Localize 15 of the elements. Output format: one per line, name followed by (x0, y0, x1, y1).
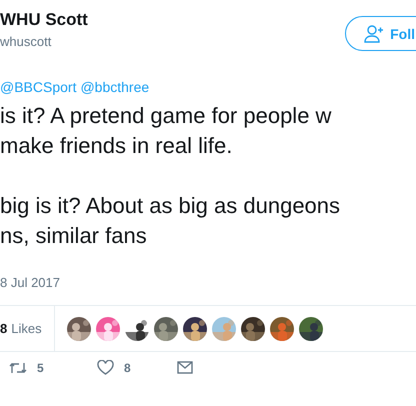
likes-count[interactable]: 8 Likes (0, 306, 55, 351)
tweet-date: 8 Jul 2017 (0, 274, 61, 292)
tweet-text: is it? A pretend game for people w make friends in real life. (0, 102, 332, 160)
add-person-icon (364, 24, 384, 42)
retweet-button[interactable]: 5 (9, 360, 97, 374)
mention-link[interactable]: @bbcthree (80, 79, 150, 95)
envelope-icon (177, 361, 193, 374)
mention-link[interactable]: @BBCSport (0, 79, 76, 95)
like-button[interactable]: 8 (97, 360, 177, 375)
retweet-icon (9, 360, 27, 374)
follow-button[interactable]: Foll (345, 16, 416, 51)
tweet-text: big is it? About as big as dungeons ns, similar fans (0, 192, 342, 250)
author-name: WHU Scott (0, 9, 88, 31)
author-handle: whuscott (0, 33, 52, 51)
heart-icon (97, 360, 114, 375)
